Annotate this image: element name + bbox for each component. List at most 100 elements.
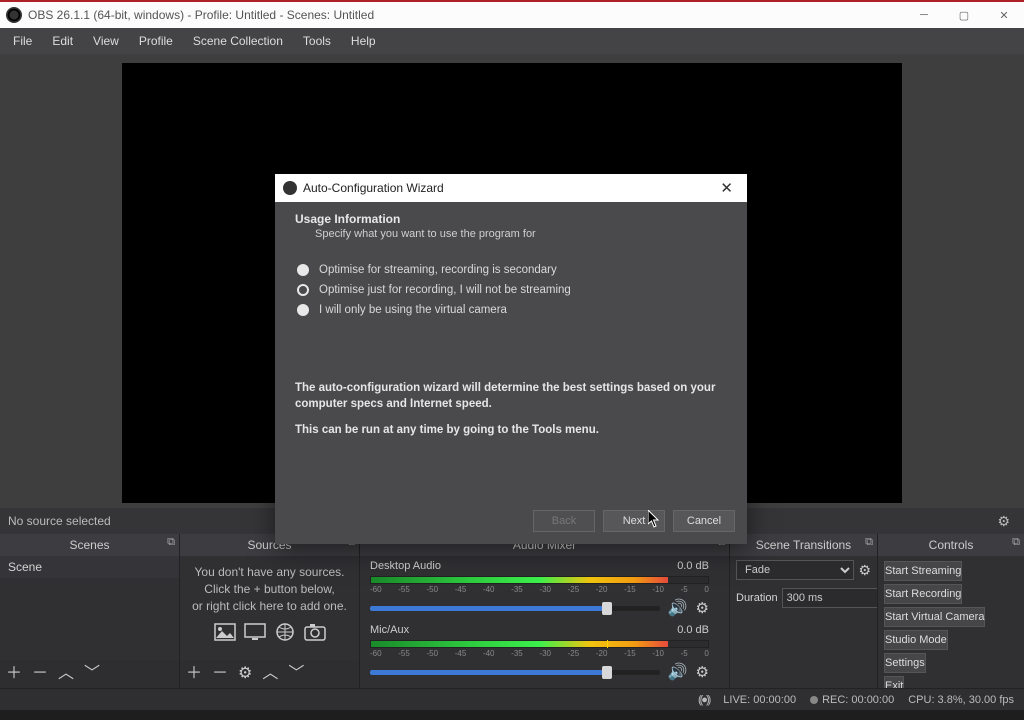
preview-settings-gear-icon[interactable]: ⚙ (991, 511, 1016, 532)
menu-bar: File Edit View Profile Scene Collection … (0, 28, 1024, 54)
source-move-up-button[interactable]: ︿ (262, 666, 278, 682)
window-maximize-button[interactable]: ▢ (944, 2, 984, 28)
menu-help[interactable]: Help (341, 30, 386, 52)
window-title: OBS 26.1.1 (64-bit, windows) - Profile: … (28, 8, 374, 22)
auto-config-wizard-dialog: Auto-Configuration Wizard ✕ Usage Inform… (275, 174, 747, 544)
status-bar: ((●)) LIVE: 00:00:00 REC: 00:00:00 CPU: … (0, 688, 1024, 710)
display-source-icon (243, 622, 267, 642)
option-recording[interactable]: Optimise just for recording, I will not … (297, 284, 725, 296)
controls-panel: Controls ⧉ Start Streaming Start Recordi… (878, 534, 1024, 688)
controls-popout-icon[interactable]: ⧉ (1012, 536, 1020, 549)
transitions-body: Fade ⚙ Duration ▲▼ (730, 556, 877, 688)
sources-empty-line1: You don't have any sources. (192, 564, 347, 581)
start-streaming-button[interactable]: Start Streaming (884, 561, 962, 581)
dialog-title: Auto-Configuration Wizard (303, 181, 444, 195)
meter-scale: -60-55-50-45-40-35-30-25-20-15-10-50 (370, 585, 709, 594)
track-name: Mic/Aux (370, 624, 409, 636)
transition-select[interactable]: Fade (736, 560, 854, 580)
volume-slider[interactable] (370, 606, 660, 611)
mixer-track-mic-aux: Mic/Aux 0.0 dB -60-55-50-45-40-35-30-25-… (360, 620, 719, 684)
track-settings-icon[interactable]: ⚙ (696, 663, 709, 681)
option-label: I will only be using the virtual camera (319, 304, 507, 316)
transition-settings-icon[interactable]: ⚙ (858, 562, 871, 579)
studio-mode-button[interactable]: Studio Mode (884, 630, 948, 650)
track-db: 0.0 dB (677, 560, 709, 572)
docks: Scenes ⧉ Scene ＋ － ︿ ﹀ Sources ⧉ You don… (0, 534, 1024, 688)
menu-edit[interactable]: Edit (42, 30, 83, 52)
scenes-panel: Scenes ⧉ Scene ＋ － ︿ ﹀ (0, 534, 180, 688)
radio-icon (297, 304, 309, 316)
scene-remove-button[interactable]: － (32, 666, 48, 682)
settings-button[interactable]: Settings (884, 653, 926, 673)
cancel-button[interactable]: Cancel (673, 510, 735, 532)
dialog-subheader: Specify what you want to use the program… (315, 228, 727, 240)
duration-label: Duration (736, 592, 778, 604)
track-meter (370, 640, 709, 648)
radio-icon (297, 284, 309, 296)
mute-toggle-icon[interactable]: 🔊 (668, 662, 688, 682)
start-recording-button[interactable]: Start Recording (884, 584, 962, 604)
scenes-popout-icon[interactable]: ⧉ (167, 536, 175, 549)
camera-source-icon (303, 622, 327, 642)
window-titlebar: OBS 26.1.1 (64-bit, windows) - Profile: … (0, 0, 1024, 28)
meter-scale: -60-55-50-45-40-35-30-25-20-15-10-50 (370, 649, 709, 658)
transitions-popout-icon[interactable]: ⧉ (865, 536, 873, 549)
scenes-list[interactable]: Scene (0, 556, 179, 660)
stream-indicator-icon: ((●)) (698, 694, 709, 706)
no-source-label: No source selected (8, 514, 111, 528)
dialog-titlebar[interactable]: Auto-Configuration Wizard ✕ (275, 174, 747, 202)
track-settings-icon[interactable]: ⚙ (696, 599, 709, 617)
dialog-header: Usage Information (295, 212, 727, 226)
mute-toggle-icon[interactable]: 🔊 (668, 598, 688, 618)
menu-tools[interactable]: Tools (293, 30, 341, 52)
track-meter (370, 576, 709, 584)
rec-label: REC: 00:00:00 (822, 694, 894, 706)
browser-source-icon (273, 622, 297, 642)
controls-title: Controls (929, 538, 974, 552)
transitions-header: Scene Transitions ⧉ (730, 534, 877, 556)
menu-profile[interactable]: Profile (129, 30, 183, 52)
dialog-button-row: Back Next Cancel (275, 506, 747, 544)
option-streaming[interactable]: Optimise for streaming, recording is sec… (297, 264, 725, 276)
menu-scene-collection[interactable]: Scene Collection (183, 30, 293, 52)
back-button[interactable]: Back (533, 510, 595, 532)
next-button[interactable]: Next (603, 510, 665, 532)
track-name: Desktop Audio (370, 560, 441, 572)
dialog-close-button[interactable]: ✕ (714, 179, 739, 197)
radio-icon (297, 264, 309, 276)
audio-mixer-panel: Audio Mixer ⧉ Desktop Audio 0.0 dB -60-5… (360, 534, 730, 688)
mixer-body: Desktop Audio 0.0 dB -60-55-50-45-40-35-… (360, 556, 729, 688)
controls-body: Start Streaming Start Recording Start Vi… (878, 556, 1024, 688)
image-source-icon (213, 622, 237, 642)
source-move-down-button[interactable]: ﹀ (288, 666, 304, 682)
scenes-title: Scenes (69, 538, 109, 552)
scene-item[interactable]: Scene (0, 556, 179, 578)
menu-file[interactable]: File (3, 30, 42, 52)
source-remove-button[interactable]: － (212, 666, 228, 682)
menu-view[interactable]: View (83, 30, 129, 52)
option-virtual-camera[interactable]: I will only be using the virtual camera (297, 304, 725, 316)
source-add-button[interactable]: ＋ (186, 666, 202, 682)
option-label: Optimise for streaming, recording is sec… (319, 264, 557, 276)
transitions-title: Scene Transitions (756, 538, 851, 552)
sources-toolbar: ＋ － ⚙ ︿ ﹀ (180, 660, 359, 688)
dialog-description-2: This can be run at any time by going to … (295, 424, 727, 436)
controls-header: Controls ⧉ (878, 534, 1024, 556)
volume-slider[interactable] (370, 670, 660, 675)
track-db: 0.0 dB (677, 624, 709, 636)
duration-input[interactable] (782, 588, 877, 608)
start-virtual-camera-button[interactable]: Start Virtual Camera (884, 607, 985, 627)
window-close-button[interactable]: ✕ (984, 2, 1024, 28)
scene-move-up-button[interactable]: ︿ (58, 666, 74, 682)
scenes-header: Scenes ⧉ (0, 534, 179, 556)
sources-list[interactable]: You don't have any sources. Click the + … (180, 556, 359, 660)
scene-move-down-button[interactable]: ﹀ (84, 666, 100, 682)
window-minimize-button[interactable]: ─ (904, 2, 944, 28)
sources-empty-line3: or right click here to add one. (192, 598, 347, 615)
exit-button[interactable]: Exit (884, 676, 904, 688)
source-properties-button[interactable]: ⚙ (238, 666, 252, 682)
scene-add-button[interactable]: ＋ (6, 666, 22, 682)
live-label: LIVE: 00:00:00 (723, 694, 796, 706)
scenes-toolbar: ＋ － ︿ ﹀ (0, 660, 179, 688)
sources-empty-line2: Click the + button below, (192, 581, 347, 598)
